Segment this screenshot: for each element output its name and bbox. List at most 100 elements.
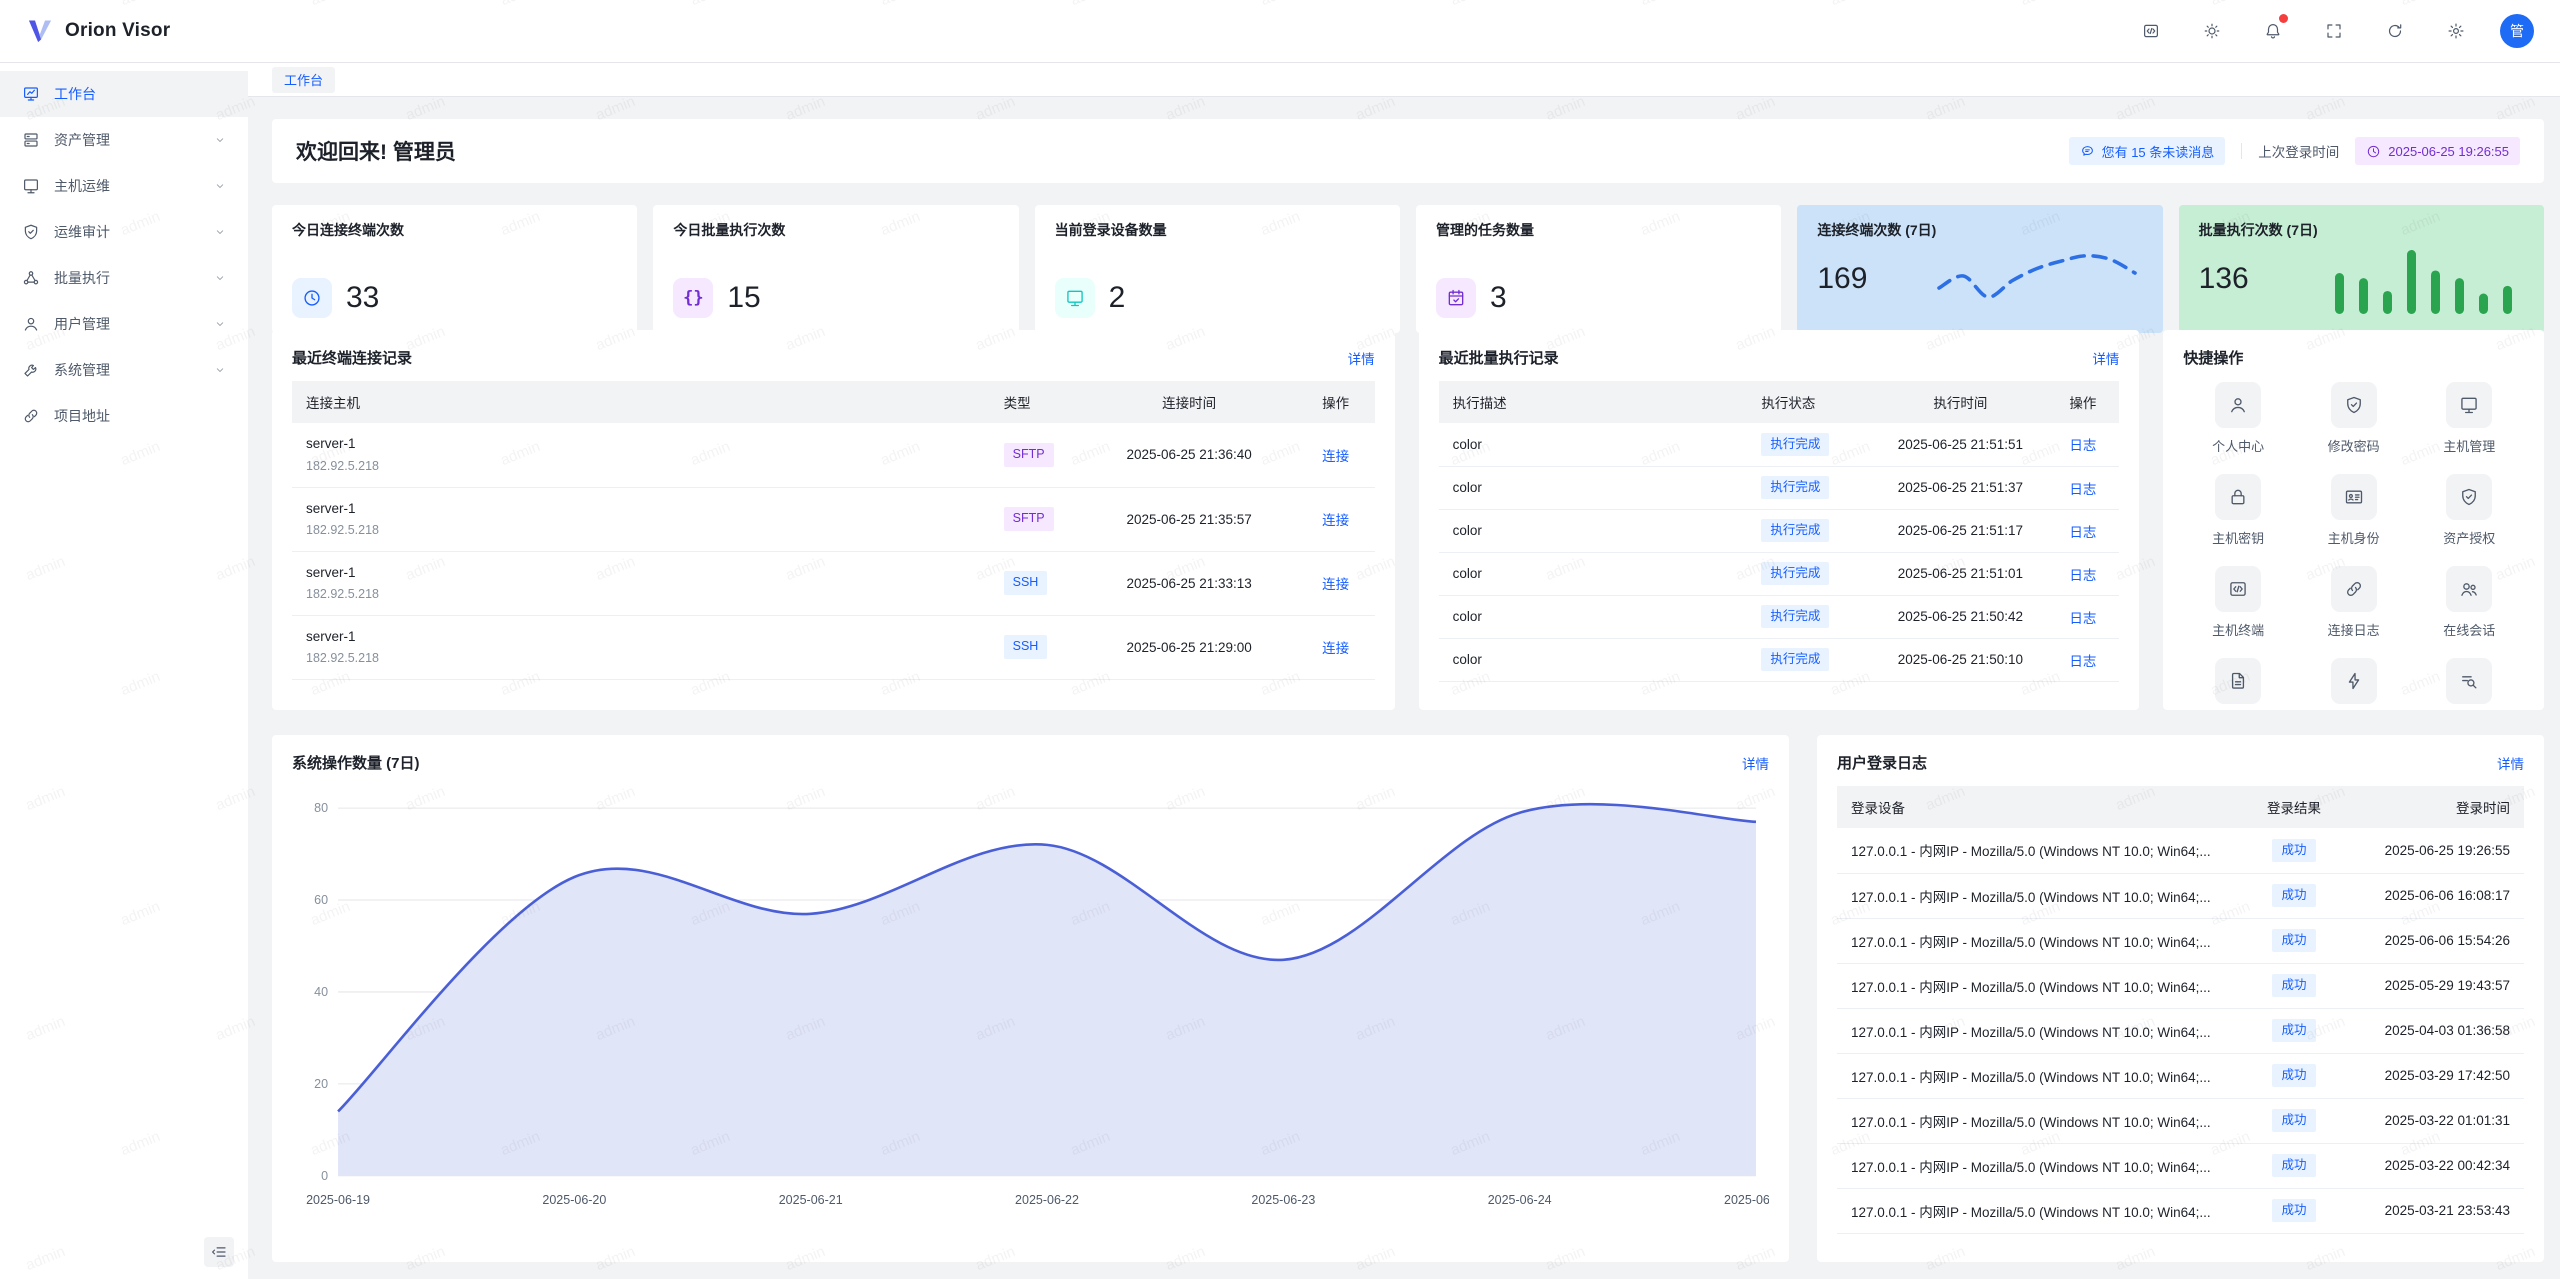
- stat-label: 今日批量执行次数: [673, 220, 998, 240]
- quick-action-在线会话[interactable]: 在线会话: [2414, 566, 2524, 639]
- svg-text:2025-06-20: 2025-06-20: [542, 1193, 606, 1207]
- login-log-row: 127.0.0.1 - 内网IP - Mozilla/5.0 (Windows …: [1837, 1008, 2524, 1053]
- login-log-row: 127.0.0.1 - 内网IP - Mozilla/5.0 (Windows …: [1837, 1143, 2524, 1188]
- last-login-time-text: 2025-06-25 19:26:55: [2388, 144, 2509, 159]
- system-operations-detail-link[interactable]: 详情: [1742, 753, 1769, 773]
- connect-link[interactable]: 连接: [1322, 449, 1349, 464]
- execution-row: color执行完成2025-06-25 21:50:42日志: [1439, 595, 2120, 638]
- protocol-badge: SFTP: [1004, 507, 1054, 531]
- login-time: 2025-06-06 15:54:26: [2342, 918, 2524, 963]
- stat-value: 136: [2199, 262, 2249, 296]
- settings-gear-icon[interactable]: [2439, 14, 2473, 48]
- stat-card-batch-executions-7d: 批量执行次数 (7日) 136: [2179, 205, 2544, 333]
- quick-action-主机密钥[interactable]: 主机密钥: [2183, 474, 2293, 547]
- braces-icon: {}: [673, 278, 713, 318]
- quick-action-资产授权[interactable]: 资产授权: [2414, 474, 2524, 547]
- recent-connections-title: 最近终端连接记录: [292, 347, 412, 368]
- svg-text:0: 0: [321, 1169, 328, 1183]
- sidebar-item-7[interactable]: 系统管理: [0, 347, 248, 393]
- column-header: 登录时间: [2342, 786, 2524, 828]
- column-header: 执行时间: [1865, 381, 2055, 423]
- refresh-icon[interactable]: [2378, 14, 2412, 48]
- recent-executions-card: 最近批量执行记录 详情 执行描述执行状态执行时间操作 color执行完成2025…: [1419, 330, 2140, 710]
- execution-desc: color: [1439, 552, 1748, 595]
- notifications-bell-icon[interactable]: [2256, 14, 2290, 48]
- sidebar-item-1[interactable]: 工作台: [0, 71, 248, 117]
- code-icon[interactable]: [2134, 14, 2168, 48]
- quick-action-主机身份[interactable]: 主机身份: [2299, 474, 2409, 547]
- user-avatar[interactable]: 管: [2500, 14, 2534, 48]
- chevron-down-icon: [214, 134, 226, 146]
- quick-action-执行日志[interactable]: 执行日志: [2414, 658, 2524, 710]
- login-logs-detail-link[interactable]: 详情: [2497, 753, 2524, 773]
- quick-action-label: 个人中心: [2212, 436, 2264, 455]
- dashboard-icon: [22, 85, 40, 103]
- brand: Orion Visor: [26, 17, 170, 45]
- connections-detail-link[interactable]: 详情: [1348, 348, 1375, 368]
- quick-action-主机终端[interactable]: 主机终端: [2183, 566, 2293, 639]
- sidebar-item-label: 工作台: [54, 84, 96, 104]
- breadcrumb[interactable]: 工作台: [272, 67, 335, 93]
- login-time: 2025-03-22 01:01:31: [2342, 1098, 2524, 1143]
- connection-row: server-1182.92.5.218SSH2025-06-25 21:33:…: [292, 551, 1375, 615]
- connect-link[interactable]: 连接: [1322, 513, 1349, 528]
- unread-messages-badge[interactable]: 您有 15 条未读消息: [2069, 137, 2226, 165]
- sidebar-item-4[interactable]: 运维审计: [0, 209, 248, 255]
- connect-link[interactable]: 连接: [1322, 577, 1349, 592]
- user-icon: [22, 315, 40, 333]
- login-time: 2025-03-22 00:42:34: [2342, 1143, 2524, 1188]
- quick-action-命令执行[interactable]: 命令执行: [2299, 658, 2409, 710]
- log-link[interactable]: 日志: [2069, 654, 2096, 669]
- login-device: 127.0.0.1 - 内网IP - Mozilla/5.0 (Windows …: [1837, 918, 2246, 963]
- execution-desc: color: [1439, 423, 1748, 466]
- quick-actions-card: 快捷操作 个人中心修改密码主机管理主机密钥主机身份资产授权主机终端连接日志在线会…: [2163, 330, 2544, 710]
- audit-icon: [22, 223, 40, 241]
- sidebar-collapse-icon[interactable]: [204, 1237, 234, 1267]
- log-link[interactable]: 日志: [2069, 568, 2096, 583]
- host-ip: 182.92.5.218: [306, 584, 976, 604]
- sidebar-item-5[interactable]: 批量执行: [0, 255, 248, 301]
- connect-link[interactable]: 连接: [1322, 641, 1349, 656]
- quick-action-个人中心[interactable]: 个人中心: [2183, 382, 2293, 455]
- file-icon: [2215, 658, 2261, 704]
- login-log-row: 127.0.0.1 - 内网IP - Mozilla/5.0 (Windows …: [1837, 918, 2524, 963]
- host-icon: [22, 177, 40, 195]
- log-link[interactable]: 日志: [2069, 525, 2096, 540]
- assets-icon: [22, 131, 40, 149]
- sidebar-item-6[interactable]: 用户管理: [0, 301, 248, 347]
- executions-detail-link[interactable]: 详情: [2092, 348, 2119, 368]
- quick-action-连接日志[interactable]: 连接日志: [2299, 566, 2409, 639]
- log-link[interactable]: 日志: [2069, 482, 2096, 497]
- sidebar-item-3[interactable]: 主机运维: [0, 163, 248, 209]
- stat-label: 连接终端次数 (7日): [1817, 220, 2142, 240]
- column-header: 操作: [1297, 381, 1375, 423]
- sidebar-item-label: 项目地址: [54, 406, 110, 426]
- login-logs-title: 用户登录日志: [1837, 752, 1927, 773]
- sidebar-item-2[interactable]: 资产管理: [0, 117, 248, 163]
- theme-sun-icon[interactable]: [2195, 14, 2229, 48]
- log-link[interactable]: 日志: [2069, 438, 2096, 453]
- chevron-down-icon: [214, 226, 226, 238]
- clock-icon: [292, 278, 332, 318]
- connection-row: server-1182.92.5.218SFTP2025-06-25 21:36…: [292, 423, 1375, 487]
- breadcrumb-bar: 工作台: [248, 63, 2560, 97]
- login-log-row: 127.0.0.1 - 内网IP - Mozilla/5.0 (Windows …: [1837, 828, 2524, 873]
- topbar-actions: 管: [2134, 14, 2534, 48]
- sidebar-item-8[interactable]: 项目地址: [0, 393, 248, 439]
- sidebar: 工作台资产管理主机运维运维审计批量执行用户管理系统管理项目地址: [0, 63, 248, 1279]
- execution-desc: color: [1439, 595, 1748, 638]
- log-link[interactable]: 日志: [2069, 611, 2096, 626]
- quick-action-主机管理[interactable]: 主机管理: [2414, 382, 2524, 455]
- sidebar-item-label: 资产管理: [54, 130, 110, 150]
- column-header: 登录结果: [2246, 786, 2342, 828]
- quick-action-文件操作日志[interactable]: 文件操作日志: [2183, 658, 2293, 710]
- chevron-down-icon: [214, 318, 226, 330]
- login-log-row: 127.0.0.1 - 内网IP - Mozilla/5.0 (Windows …: [1837, 1053, 2524, 1098]
- login-logs-table: 登录设备登录结果登录时间 127.0.0.1 - 内网IP - Mozilla/…: [1837, 786, 2524, 1234]
- sidebar-item-label: 批量执行: [54, 268, 110, 288]
- login-result-badge: 成功: [2272, 839, 2315, 863]
- shield-check-icon: [2446, 474, 2492, 520]
- shield-check-icon: [2331, 382, 2377, 428]
- quick-action-修改密码[interactable]: 修改密码: [2299, 382, 2409, 455]
- fullscreen-icon[interactable]: [2317, 14, 2351, 48]
